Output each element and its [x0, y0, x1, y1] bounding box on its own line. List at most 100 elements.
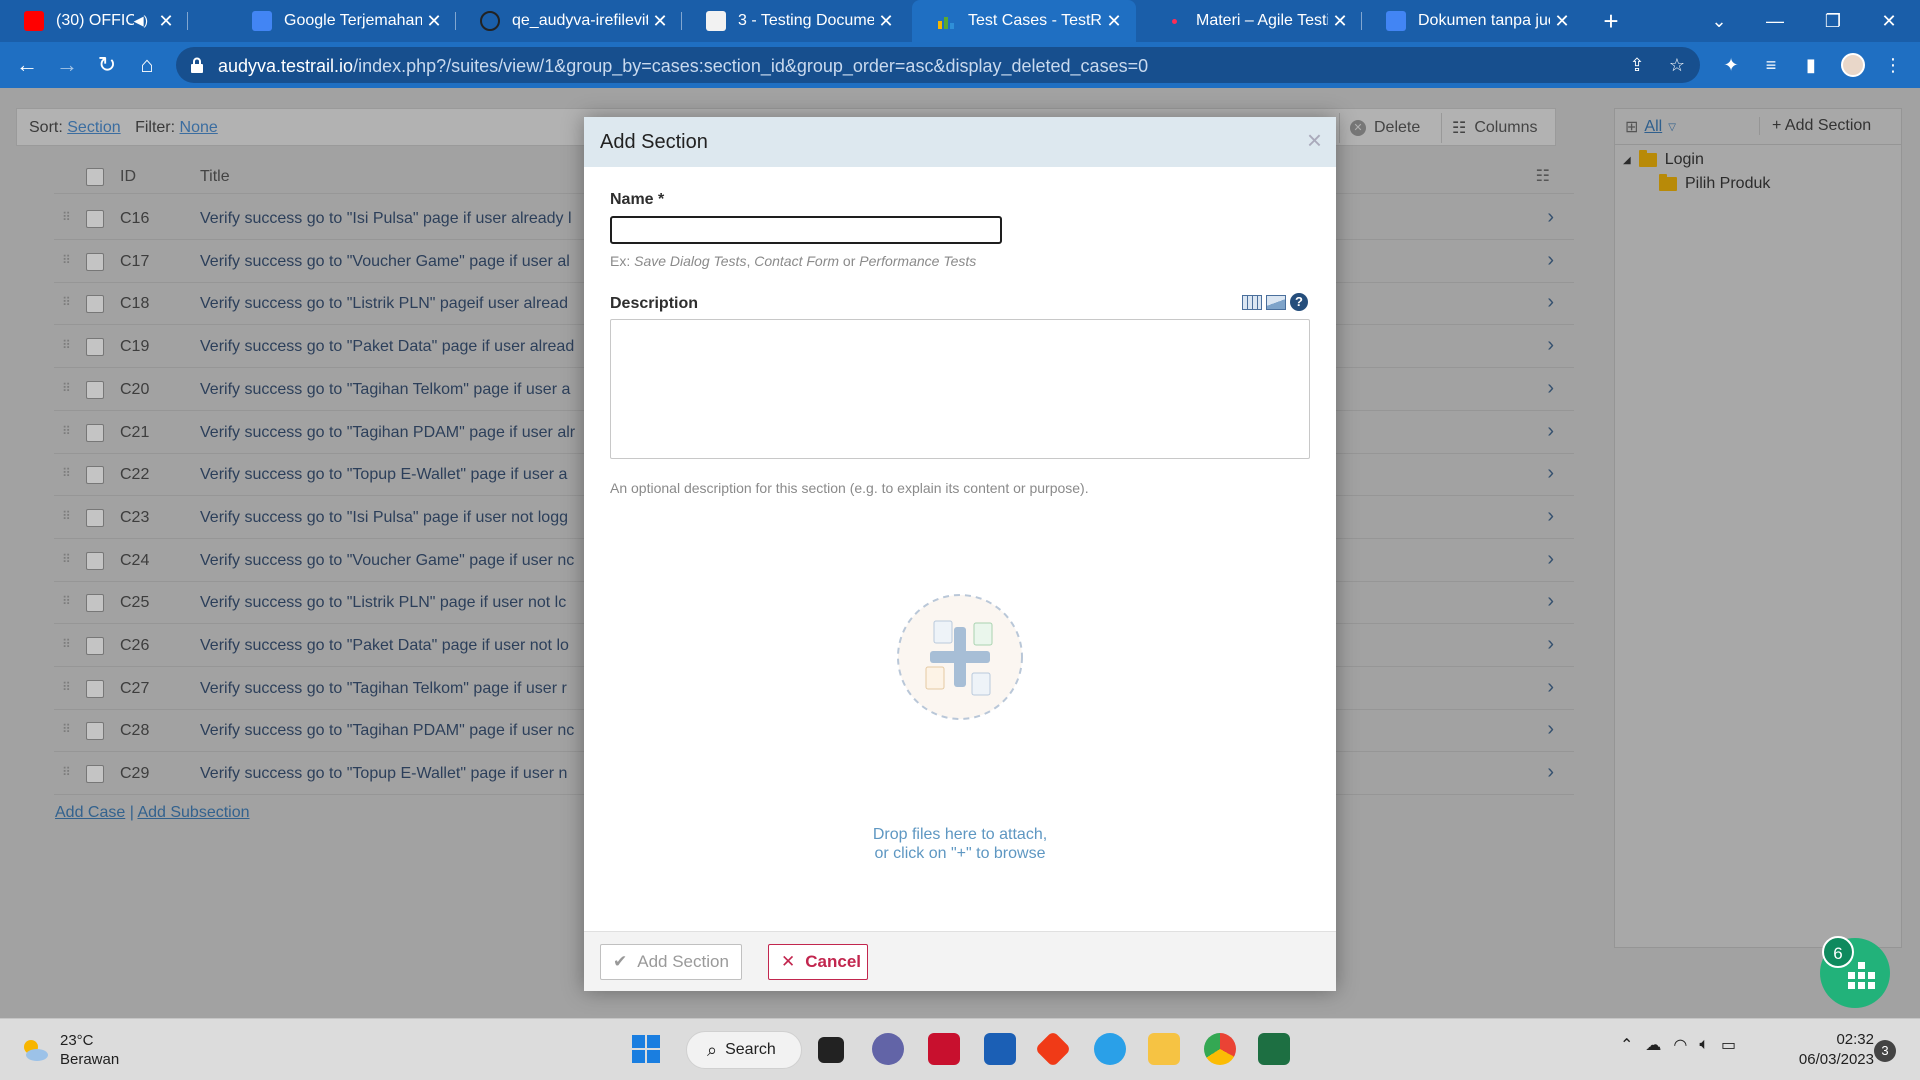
case-title[interactable]: Verify success go to "Voucher Game" page… [200, 552, 640, 570]
row-checkbox[interactable] [86, 424, 104, 442]
row-checkbox[interactable] [86, 594, 104, 612]
volume-icon[interactable]: 🔈︎ [1699, 1036, 1709, 1054]
section-name-input[interactable] [610, 216, 1002, 244]
close-tab-icon[interactable]: ✕ [1550, 11, 1574, 32]
case-title[interactable]: Verify success go to "Isi Pulsa" page if… [200, 210, 640, 228]
filter-link[interactable]: None [180, 119, 218, 136]
chevron-right-icon[interactable]: › [1547, 590, 1554, 613]
home-button[interactable]: ⌂ [130, 48, 164, 82]
close-tab-icon[interactable]: ✕ [874, 11, 898, 32]
drag-handle-icon[interactable]: ⠿ [62, 594, 71, 608]
drag-handle-icon[interactable]: ⠿ [62, 424, 71, 438]
close-tab-icon[interactable]: ✕ [648, 11, 672, 32]
drag-handle-icon[interactable]: ⠿ [62, 253, 71, 267]
browser-tab-github[interactable]: qe_audyva-irefilevitas ✕ [456, 0, 682, 42]
drag-handle-icon[interactable]: ⠿ [62, 765, 71, 779]
chevron-right-icon[interactable]: › [1547, 761, 1554, 784]
row-checkbox[interactable] [86, 552, 104, 570]
share-icon[interactable]: ⇪ [1624, 52, 1650, 78]
add-section-button[interactable]: ✔ Add Section [600, 944, 742, 980]
row-checkbox[interactable] [86, 338, 104, 356]
case-title[interactable]: Verify success go to "Listrik PLN" page … [200, 594, 640, 612]
minimize-button[interactable]: — [1752, 0, 1798, 42]
drag-handle-icon[interactable]: ⠿ [62, 680, 71, 694]
row-checkbox[interactable] [86, 295, 104, 313]
mcafee-icon[interactable] [928, 1033, 960, 1065]
profile-avatar[interactable] [1840, 52, 1866, 78]
extensions-icon[interactable]: ✦ [1718, 52, 1744, 78]
back-button[interactable]: ← [10, 48, 44, 82]
drag-handle-icon[interactable]: ⠿ [62, 552, 71, 566]
case-title[interactable]: Verify success go to "Paket Data" page i… [200, 637, 640, 655]
case-title[interactable]: Verify success go to "Isi Pulsa" page if… [200, 509, 640, 527]
case-title[interactable]: Verify success go to "Tagihan Telkom" pa… [200, 680, 640, 698]
chevron-right-icon[interactable]: › [1547, 718, 1554, 741]
excel-icon[interactable] [1258, 1033, 1290, 1065]
row-checkbox[interactable] [86, 253, 104, 271]
close-icon[interactable]: × [1307, 127, 1322, 153]
chrome-icon[interactable] [1204, 1033, 1236, 1065]
microsoft-store-icon[interactable] [984, 1033, 1016, 1065]
attachment-add-button[interactable] [896, 593, 1024, 721]
close-window-button[interactable]: ✕ [1866, 0, 1912, 42]
drag-handle-icon[interactable]: ⠿ [62, 466, 71, 480]
row-checkbox[interactable] [86, 680, 104, 698]
add-case-link[interactable]: Add Case [55, 804, 125, 821]
case-title[interactable]: Verify success go to "Tagihan Telkom" pa… [200, 381, 640, 399]
row-checkbox[interactable] [86, 466, 104, 484]
browser-tab-google-docs[interactable]: Dokumen tanpa judul ✕ [1362, 0, 1584, 42]
column-options-icon[interactable]: ☷ [1536, 166, 1550, 186]
drag-handle-icon[interactable]: ⠿ [62, 637, 71, 651]
media-control-icon[interactable]: ≡ [1758, 52, 1784, 78]
chevron-right-icon[interactable]: › [1547, 206, 1554, 229]
help-icon[interactable]: ? [1290, 293, 1308, 311]
address-bar[interactable]: audyva.testrail.io/index.php?/suites/vie… [176, 47, 1700, 83]
delete-button[interactable]: ✕ Delete [1339, 113, 1430, 143]
new-tab-button[interactable]: + [1588, 0, 1634, 42]
chevron-right-icon[interactable]: › [1547, 633, 1554, 656]
sidebar-add-section-button[interactable]: + Add Section [1759, 117, 1871, 135]
case-title[interactable]: Verify success go to "Paket Data" page i… [200, 338, 640, 356]
row-checkbox[interactable] [86, 765, 104, 783]
notification-count[interactable]: 3 [1874, 1040, 1896, 1062]
case-title[interactable]: Verify success go to "Topup E-Wallet" pa… [200, 765, 640, 783]
chevron-right-icon[interactable]: › [1547, 548, 1554, 571]
browser-tab-testrail[interactable]: Test Cases - TestRail ✕ [912, 0, 1136, 42]
drag-handle-icon[interactable]: ⠿ [62, 338, 71, 352]
row-checkbox[interactable] [86, 722, 104, 740]
forward-button[interactable]: → [50, 48, 84, 82]
close-tab-icon[interactable]: ✕ [1102, 11, 1126, 32]
side-panel-icon[interactable]: ▮ [1798, 52, 1824, 78]
row-checkbox[interactable] [86, 637, 104, 655]
drag-handle-icon[interactable]: ⠿ [62, 722, 71, 736]
browser-tab-google-translate[interactable]: Google Terjemahan ✕ [228, 0, 456, 42]
description-textarea[interactable] [610, 319, 1310, 459]
case-title[interactable]: Verify success go to "Voucher Game" page… [200, 253, 640, 271]
tab-search-icon[interactable]: ⌄ [1696, 0, 1742, 42]
weather-widget[interactable]: 23°C Berawan [20, 1031, 119, 1069]
browser-tab-youtube[interactable]: (30) OFFICIAL AM ◀) ✕ [0, 0, 188, 42]
chevron-right-icon[interactable]: › [1547, 291, 1554, 314]
columns-button[interactable]: ☷ Columns [1441, 113, 1547, 143]
select-all-checkbox[interactable] [86, 168, 104, 186]
close-tab-icon[interactable]: ✕ [1328, 11, 1352, 32]
clock[interactable]: 02:32 06/03/2023 [1780, 1030, 1874, 1070]
column-id[interactable]: ID [120, 168, 136, 186]
chevron-right-icon[interactable]: › [1547, 420, 1554, 443]
close-tab-icon[interactable]: ✕ [154, 11, 178, 32]
case-title[interactable]: Verify success go to "Topup E-Wallet" pa… [200, 466, 640, 484]
bookmark-star-icon[interactable]: ☆ [1664, 52, 1690, 78]
case-title[interactable]: Verify success go to "Tagihan PDAM" page… [200, 424, 640, 442]
chevron-up-icon[interactable]: ⌃ [1620, 1035, 1633, 1055]
start-button[interactable] [630, 1033, 662, 1065]
chevron-right-icon[interactable]: › [1547, 462, 1554, 485]
image-icon[interactable] [1266, 294, 1286, 310]
drag-handle-icon[interactable]: ⠿ [62, 295, 71, 309]
table-icon[interactable] [1242, 294, 1262, 310]
browser-tab-agile-testing[interactable]: Materi – Agile Testing ✕ [1140, 0, 1362, 42]
cancel-button[interactable]: ✕ Cancel [768, 944, 868, 980]
case-title[interactable]: Verify success go to "Listrik PLN" pagei… [200, 295, 640, 313]
row-checkbox[interactable] [86, 509, 104, 527]
case-title[interactable]: Verify success go to "Tagihan PDAM" page… [200, 722, 640, 740]
chevron-right-icon[interactable]: › [1547, 249, 1554, 272]
